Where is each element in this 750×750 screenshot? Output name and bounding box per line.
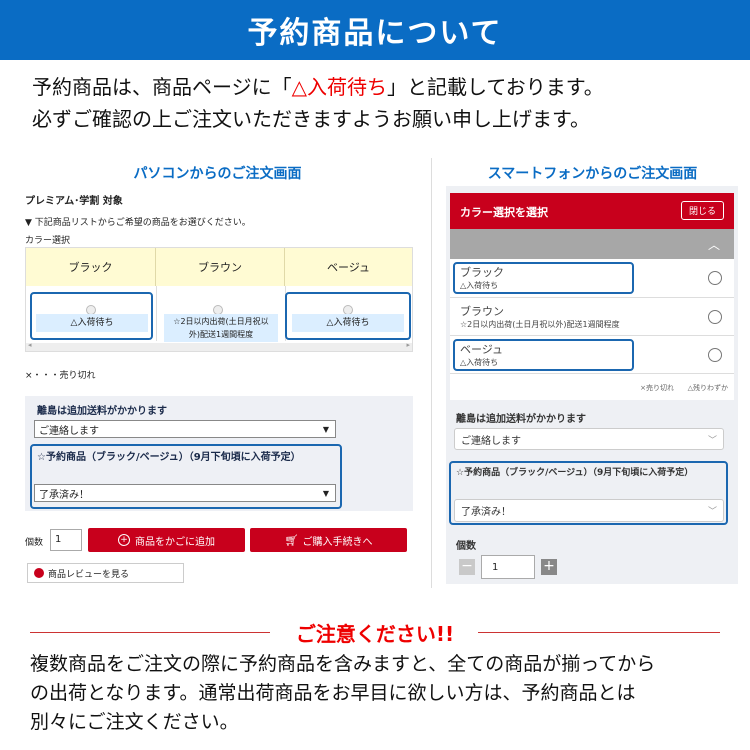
sp-legend-sold: ×売り切れ bbox=[640, 384, 674, 392]
sp-section-title: スマートフォンからのご注文画面 bbox=[487, 166, 698, 182]
intro-text: 」と記載しております。 bbox=[387, 75, 604, 99]
scroll-left-icon[interactable]: ◂ bbox=[28, 341, 32, 349]
sp-highlight-beige bbox=[453, 339, 634, 371]
notice-line-2: の出荷となります。通常出荷商品をお早目に欲しい方は、予約商品とは bbox=[30, 682, 636, 704]
shipping-title: 離島は追加送料がかかります bbox=[37, 406, 167, 417]
sp-reserve-select[interactable]: 了承済み！ ﹀ bbox=[454, 499, 724, 522]
review-label: 商品レビューを見る bbox=[48, 569, 130, 580]
scroll-right-icon[interactable]: ▸ bbox=[406, 341, 410, 349]
notice-line-1: 複数商品をご注文の際に予約商品を含みますと、全ての商品が揃ってから bbox=[30, 653, 656, 675]
sp-legend-row: ×売り切れ △残りわずか bbox=[450, 374, 734, 400]
sp-collapse-bar[interactable]: ︿ bbox=[450, 229, 734, 259]
sold-out-legend: ×・・・売り切れ bbox=[25, 371, 96, 381]
section-divider bbox=[431, 158, 432, 588]
sp-shipping-select-value: ご連絡します bbox=[461, 435, 521, 447]
sp-option-brown[interactable]: ブラウン ☆2日以内出荷(土日月祝以外)配送1週間程度 bbox=[450, 298, 734, 336]
sp-modal-title: カラー選択を選択 bbox=[460, 206, 548, 219]
close-button[interactable]: 閉じる bbox=[680, 201, 724, 220]
qty-label: 個数 bbox=[25, 538, 44, 548]
sp-reserve-title: ☆予約商品（ブラック/ベージュ）（9月下旬頃に入荷予定） bbox=[456, 468, 694, 478]
highlight-beige bbox=[285, 292, 411, 340]
review-button[interactable]: 商品レビューを見る bbox=[27, 563, 184, 583]
horizontal-scrollbar[interactable]: ◂ ▸ bbox=[26, 341, 412, 351]
intro-line-2: 必ずご確認の上ご注文いただきますようお願い申し上げます。 bbox=[32, 107, 590, 131]
qty-input[interactable]: 1 bbox=[50, 529, 82, 551]
page-header: 予約商品について bbox=[0, 0, 750, 60]
sp-reserve-select-value: 了承済み！ bbox=[461, 507, 511, 518]
color-header-black: ブラック bbox=[26, 248, 156, 286]
add-to-cart-button[interactable]: + 商品をかごに追加 bbox=[88, 528, 245, 552]
column-divider bbox=[156, 286, 157, 341]
color-label: カラー選択 bbox=[25, 236, 71, 246]
sp-qty-label: 個数 bbox=[456, 541, 476, 552]
sp-option-brown-status: ☆2日以内出荷(土日月祝以外)配送1週間程度 bbox=[460, 320, 620, 329]
status-brown: ☆2日以内出荷(土日月祝以外)配送1週間程度 bbox=[164, 314, 278, 342]
pc-section-title: パソコンからのご注文画面 bbox=[133, 166, 302, 182]
sp-highlight-black bbox=[453, 262, 634, 294]
sp-shipping-select[interactable]: ご連絡します ﹀ bbox=[454, 428, 724, 450]
sp-modal-header: カラー選択を選択 閉じる bbox=[450, 193, 734, 229]
sp-qty-input[interactable]: 1 bbox=[481, 555, 535, 579]
sp-shipping-title: 離島は追加送料がかかります bbox=[456, 414, 586, 425]
review-icon bbox=[34, 568, 44, 578]
intro-text: 予約商品は、商品ページに「 bbox=[32, 75, 292, 99]
waiting-highlight: △入荷待ち bbox=[291, 75, 387, 99]
sp-qty-plus-button[interactable]: + bbox=[541, 559, 557, 575]
chevron-down-icon: ﹀ bbox=[707, 507, 717, 517]
dropdown-arrow-icon: ▼ bbox=[322, 424, 329, 434]
shipping-select-value: ご連絡します bbox=[39, 425, 99, 437]
dropdown-arrow-icon: ▼ bbox=[322, 488, 329, 498]
checkout-label: ご購入手続きへ bbox=[302, 536, 373, 548]
highlight-black bbox=[30, 292, 153, 340]
sp-radio-black[interactable] bbox=[708, 271, 722, 285]
color-header-brown: ブラウン bbox=[156, 248, 285, 286]
instruction-text: ▼ 下記商品リストからご希望の商品をお選びください。 bbox=[25, 218, 251, 228]
color-header-beige: ベージュ bbox=[285, 248, 412, 286]
shipping-select[interactable]: ご連絡します ▼ bbox=[34, 420, 336, 438]
reserve-select-value: 了承済み！ bbox=[39, 489, 89, 501]
add-to-cart-label: 商品をかごに追加 bbox=[135, 536, 215, 548]
sp-legend-few: △残りわずか bbox=[687, 384, 728, 392]
reserve-select[interactable]: 了承済み！ ▼ bbox=[34, 484, 336, 502]
page-title: 予約商品について bbox=[247, 16, 503, 51]
chevron-down-icon: ﹀ bbox=[707, 435, 717, 446]
reserve-title: ☆予約商品（ブラック/ベージュ）（9月下旬頃に入荷予定） bbox=[37, 452, 301, 463]
checkout-button[interactable]: 🛒︎ ご購入手続きへ bbox=[250, 528, 407, 552]
campaign-label: プレミアム･学割 対象 bbox=[25, 196, 123, 207]
sp-radio-brown[interactable] bbox=[708, 310, 722, 324]
sp-radio-beige[interactable] bbox=[708, 348, 722, 362]
plus-circle-icon: + bbox=[118, 534, 130, 546]
cart-icon: 🛒︎ bbox=[284, 533, 299, 547]
intro-line-1: 予約商品は、商品ページに「△入荷待ち」と記載しております。 bbox=[32, 72, 732, 102]
sp-option-brown-name: ブラウン bbox=[460, 305, 504, 318]
sp-qty-minus-button[interactable]: − bbox=[459, 559, 475, 575]
chevron-up-icon[interactable]: ︿ bbox=[708, 236, 720, 253]
notice-title: ご注意ください!! bbox=[295, 622, 455, 646]
notice-line-3: 別々にご注文ください。 bbox=[30, 711, 239, 733]
